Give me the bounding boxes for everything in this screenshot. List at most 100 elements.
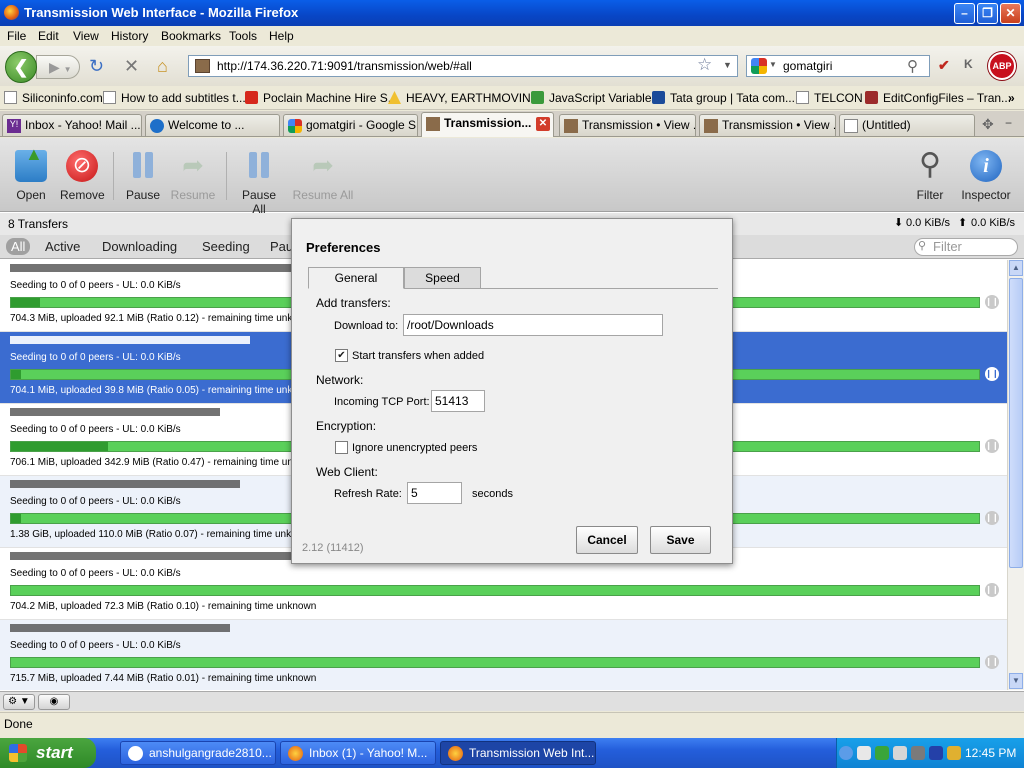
firefox-icon — [288, 746, 303, 761]
bookmark-item[interactable]: HEAVY, EARTHMOVIN... — [406, 91, 541, 105]
pause-torrent-icon[interactable]: ❙❙ — [985, 367, 999, 381]
close-tab-icon[interactable]: ✕ — [536, 117, 550, 131]
save-button[interactable]: Save — [650, 526, 711, 554]
tab[interactable]: Transmission • View ... — [699, 114, 836, 136]
bookmark-item[interactable]: Tata group | Tata com... — [670, 91, 795, 105]
refresh-rate-field[interactable]: 5 — [407, 482, 462, 504]
inspector-button[interactable]: i Inspector — [958, 150, 1014, 202]
bookmark-item[interactable]: How to add subtitles t... — [121, 91, 246, 105]
site-favicon — [195, 59, 210, 73]
tray-back-icon[interactable] — [839, 746, 853, 760]
start-button[interactable]: start — [0, 738, 96, 768]
pause-all-button[interactable]: Pause All — [234, 150, 284, 216]
forward-button[interactable]: ▶ ▼ — [36, 55, 80, 79]
search-bar[interactable]: ▼ gomatgiri ⚲ — [746, 55, 930, 77]
scroll-thumb[interactable] — [1009, 278, 1023, 568]
resume-button[interactable]: ➦ Resume — [170, 150, 216, 202]
engine-dropdown-icon[interactable]: ▼ — [769, 60, 777, 69]
remove-button[interactable]: ⊘ Remove — [60, 150, 105, 202]
search-input[interactable]: gomatgiri — [783, 59, 832, 73]
filter-button[interactable]: ⚲ Filter — [910, 150, 950, 203]
vertical-scrollbar[interactable]: ▲ ▼ — [1007, 260, 1024, 690]
download-to-field[interactable]: /root/Downloads — [403, 314, 663, 336]
tcp-port-field[interactable]: 51413 — [431, 390, 485, 412]
back-button[interactable]: ❮ — [5, 51, 37, 83]
tab[interactable]: Y! Inbox - Yahoo! Mail ... — [2, 114, 142, 136]
resume-all-button[interactable]: ➦ Resume All — [292, 150, 354, 202]
inspector-label: Inspector — [961, 188, 1011, 202]
tray-app-icon[interactable] — [929, 746, 943, 760]
tab-speed[interactable]: Speed — [404, 267, 481, 289]
tray-volume-icon[interactable] — [911, 746, 925, 760]
taskbar-item-active[interactable]: Transmission Web Int... — [440, 741, 596, 765]
filter-active[interactable]: Active — [45, 239, 80, 254]
filter-input[interactable]: Filter — [914, 238, 1018, 256]
tray-app-icon[interactable] — [947, 746, 961, 760]
bookmark-item[interactable]: TELCON — [814, 91, 863, 105]
scroll-down-icon[interactable]: ▼ — [1009, 673, 1023, 689]
filter-paused[interactable]: Pau — [270, 239, 293, 254]
menu-file[interactable]: File — [7, 29, 26, 43]
bookmark-item[interactable]: EditConfigFiles – Tran... — [883, 91, 1011, 105]
menu-view[interactable]: View — [73, 29, 99, 43]
close-window-button[interactable]: ✕ — [1000, 3, 1021, 24]
start-when-added-checkbox[interactable]: ✔ — [335, 349, 348, 362]
stop-icon[interactable]: ✕ — [124, 56, 139, 76]
torrent-row[interactable]: Seeding to 0 of 0 peers - UL: 0.0 KiB/s … — [0, 620, 1007, 690]
open-button[interactable]: ▲ Open — [10, 144, 52, 202]
tab-general[interactable]: General — [308, 267, 404, 289]
bookmarks-overflow-icon[interactable]: » — [1008, 91, 1015, 105]
search-icon[interactable]: ⚲ — [907, 57, 918, 75]
addon-icon[interactable]: ✔ — [938, 57, 950, 74]
tab-list-icon[interactable]: − — [1005, 116, 1012, 130]
tray-chat-icon[interactable] — [857, 746, 871, 760]
bookmark-item[interactable]: JavaScript Variables — [549, 91, 658, 105]
pause-torrent-icon[interactable]: ❙❙ — [985, 655, 999, 669]
turtle-mode-button[interactable]: ◉ — [38, 694, 70, 710]
download-arrow-icon: ⬇ — [894, 217, 904, 229]
pause-torrent-icon[interactable]: ❙❙ — [985, 295, 999, 309]
cancel-button[interactable]: Cancel — [576, 526, 638, 554]
filter-downloading[interactable]: Downloading — [102, 239, 177, 254]
pause-button[interactable]: Pause — [122, 150, 164, 202]
bookmark-star-icon[interactable]: ☆ — [697, 55, 712, 75]
page-icon — [844, 119, 858, 133]
minimize-button[interactable]: – — [954, 3, 975, 24]
url-bar[interactable]: http://174.36.220.71:9091/transmission/w… — [188, 55, 738, 77]
tray-network-icon[interactable] — [875, 746, 889, 760]
tab-active[interactable]: Transmission... ✕ — [421, 112, 554, 137]
taskbar-item[interactable]: anshulgangrade2810... — [120, 741, 276, 765]
pause-torrent-icon[interactable]: ❙❙ — [985, 439, 999, 453]
pause-torrent-icon[interactable]: ❙❙ — [985, 511, 999, 525]
pause-torrent-icon[interactable]: ❙❙ — [985, 583, 999, 597]
menu-bookmarks[interactable]: Bookmarks — [161, 29, 221, 43]
bookmark-item[interactable]: Siliconinfo.com — [22, 91, 103, 105]
menu-edit[interactable]: Edit — [38, 29, 59, 43]
filter-seeding[interactable]: Seeding — [202, 239, 250, 254]
filter-all[interactable]: All — [6, 238, 31, 255]
menu-history[interactable]: History — [111, 29, 148, 43]
tab[interactable]: Welcome to ... — [145, 114, 280, 136]
settings-menu-button[interactable]: ⚙ ▼ — [3, 694, 35, 710]
home-icon[interactable]: ⌂ — [157, 56, 168, 76]
url-dropdown-icon[interactable]: ▼ — [723, 60, 732, 70]
adblock-icon[interactable]: ABP — [988, 52, 1016, 80]
reload-icon[interactable]: ↻ — [89, 56, 104, 76]
ignore-unencrypted-checkbox[interactable] — [335, 441, 348, 454]
tab[interactable]: (Untitled) — [839, 114, 975, 136]
new-tab-icon[interactable]: ✥ — [982, 116, 994, 133]
bookmark-item[interactable]: Poclain Machine Hire S... — [263, 91, 398, 105]
open-label: Open — [16, 188, 46, 202]
menu-tools[interactable]: Tools — [229, 29, 257, 43]
maximize-button[interactable]: ❐ — [977, 3, 998, 24]
google-engine-icon[interactable] — [751, 58, 767, 74]
tab[interactable]: Transmission • View ... — [559, 114, 696, 136]
tab[interactable]: gomatgiri - Google S... — [283, 114, 418, 136]
taskbar-item[interactable]: Inbox (1) - Yahoo! M... — [280, 741, 436, 765]
menu-help[interactable]: Help — [269, 29, 294, 43]
scroll-up-icon[interactable]: ▲ — [1009, 260, 1023, 276]
url-text[interactable]: http://174.36.220.71:9091/transmission/w… — [217, 59, 472, 73]
firefox-icon — [448, 746, 463, 761]
k-addon-icon[interactable]: K — [964, 57, 973, 71]
tray-security-icon[interactable] — [893, 746, 907, 760]
